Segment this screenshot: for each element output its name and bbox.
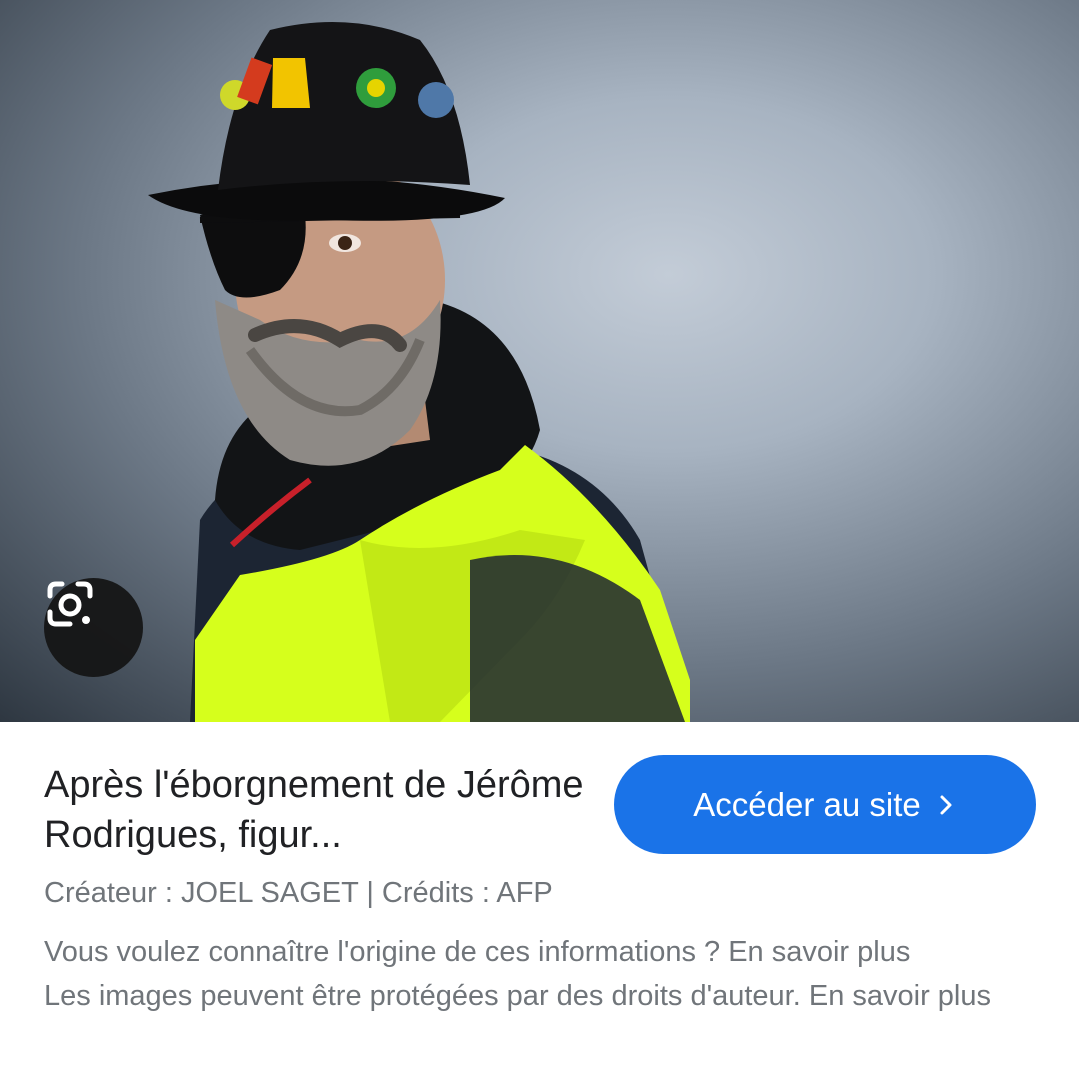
portrait-photo — [148, 22, 690, 722]
chevron-right-icon — [940, 795, 952, 814]
google-lens-icon — [47, 581, 93, 627]
google-lens-button[interactable] — [44, 578, 143, 677]
origin-notice[interactable]: Vous voulez connaître l'origine de ces i… — [44, 930, 1044, 974]
result-title[interactable]: Après l'éborgnement de Jérôme Rodrigues,… — [44, 760, 584, 860]
info-notices: Vous voulez connaître l'origine de ces i… — [44, 930, 1044, 1018]
visit-site-label: Accéder au site — [693, 785, 921, 823]
result-image[interactable] — [0, 0, 1079, 722]
result-details: Après l'éborgnement de Jérôme Rodrigues,… — [0, 722, 1079, 1069]
visit-site-button[interactable]: Accéder au site — [614, 755, 1036, 854]
image-credits: Créateur : JOEL SAGET | Crédits : AFP — [44, 877, 553, 909]
copyright-notice[interactable]: Les images peuvent être protégées par de… — [44, 974, 1044, 1018]
